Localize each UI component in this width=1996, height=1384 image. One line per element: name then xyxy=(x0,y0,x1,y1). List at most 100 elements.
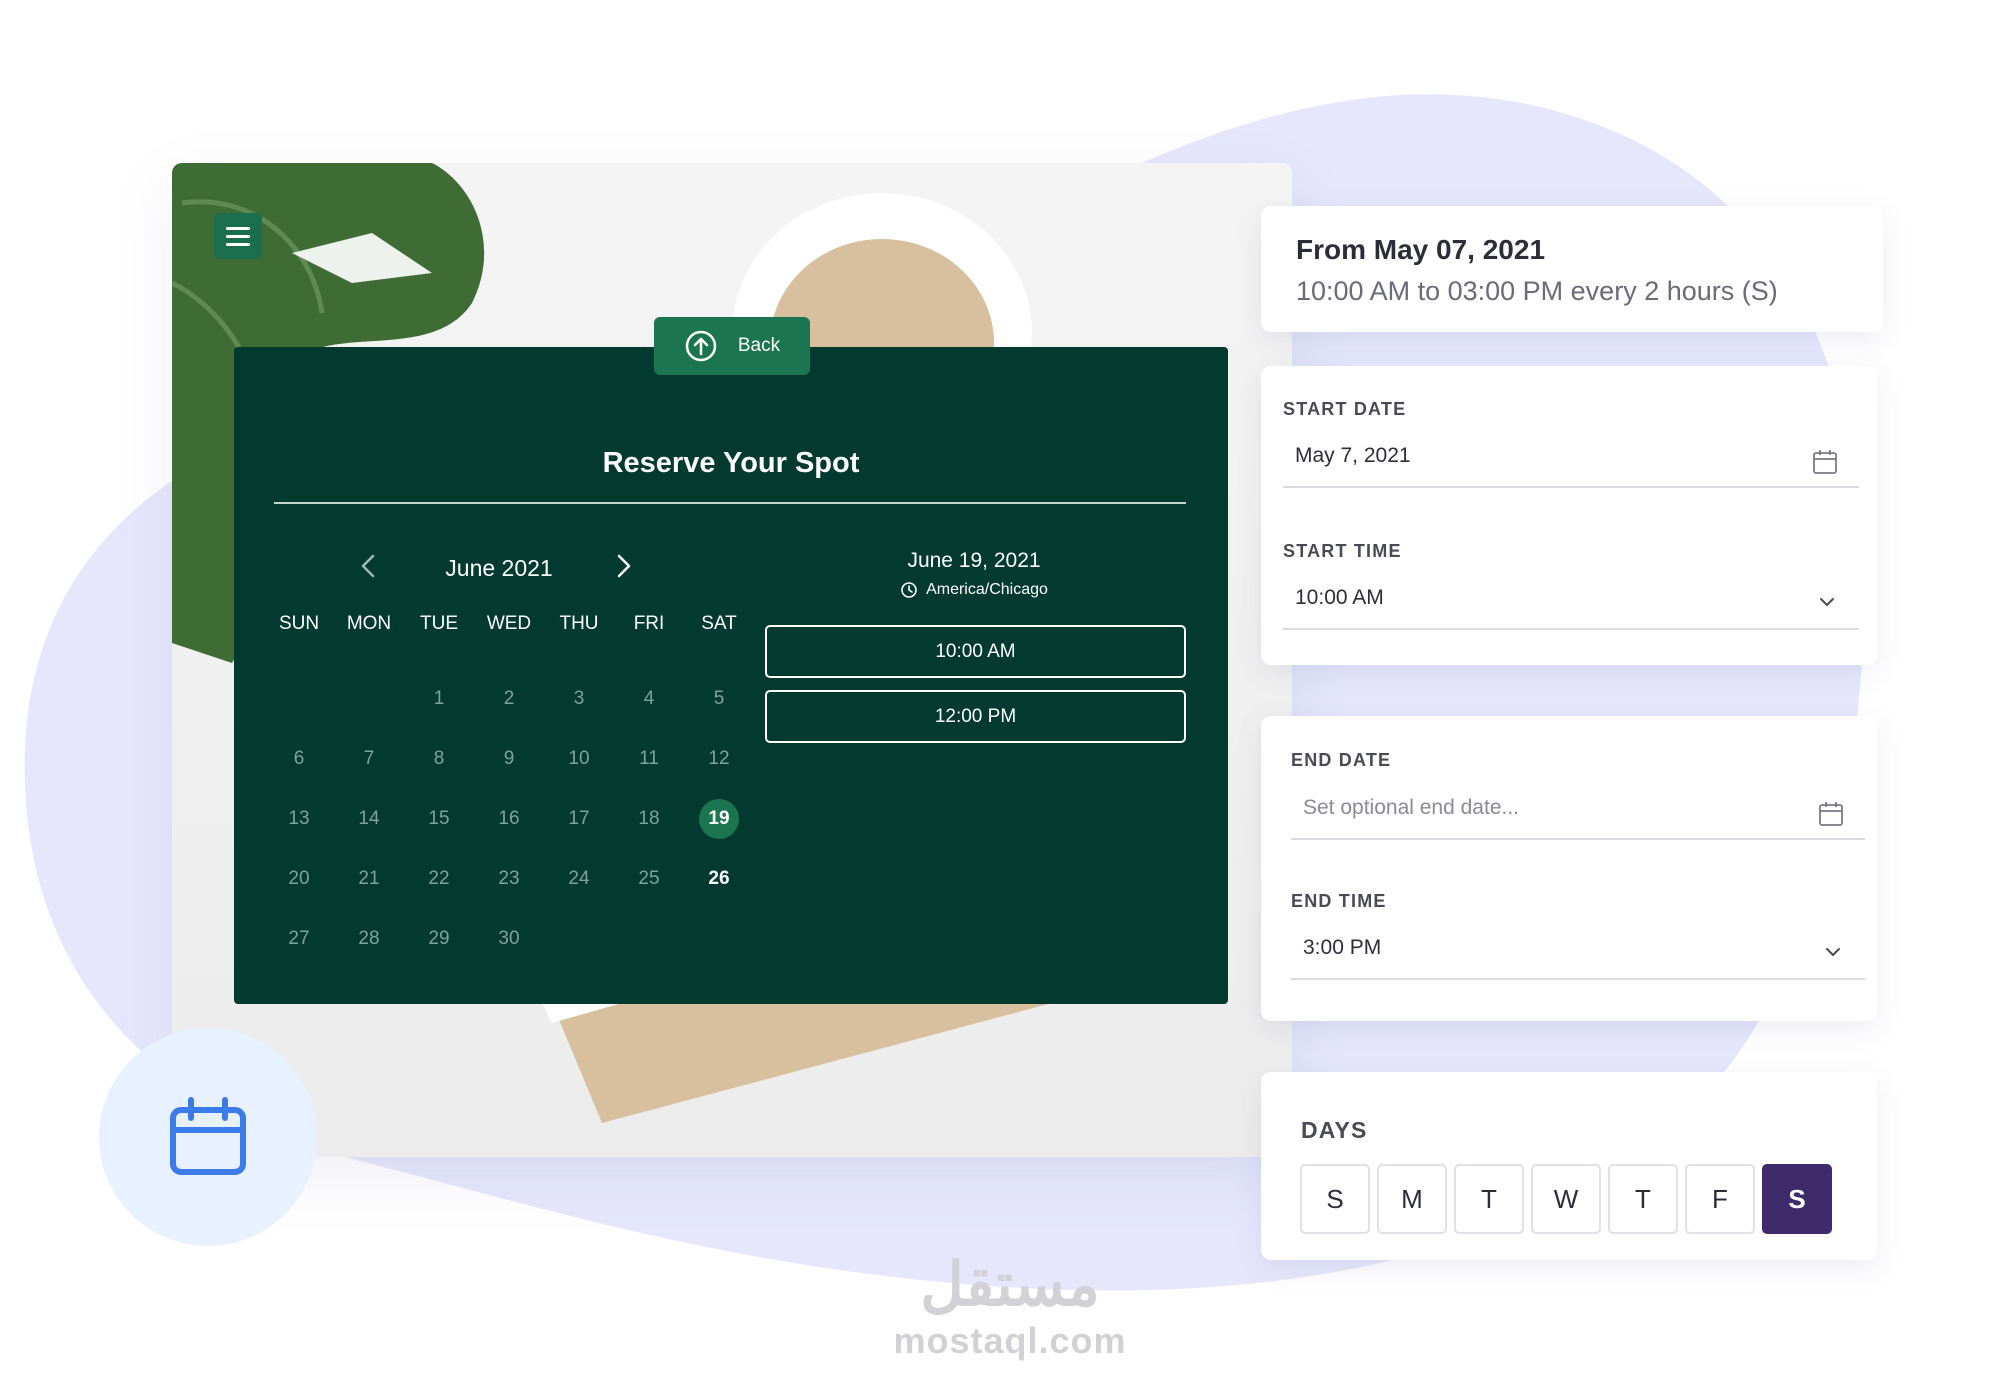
day-toggle-button[interactable]: F xyxy=(1685,1164,1755,1234)
week-row: 27 28 29 30 xyxy=(264,909,754,969)
back-button[interactable]: Back xyxy=(654,317,810,375)
day-cell: 6 xyxy=(293,748,305,769)
day-cell: 29 xyxy=(428,928,450,949)
day-cell: 22 xyxy=(428,868,450,889)
chevron-left-icon[interactable] xyxy=(354,551,384,581)
end-date-label: END DATE xyxy=(1291,750,1392,770)
start-time-value: 10:00 AM xyxy=(1295,586,1384,609)
empty-day-cell xyxy=(334,669,404,729)
week-row: 1 2 3 4 5 xyxy=(264,669,754,729)
day-toggle-button[interactable]: S xyxy=(1300,1164,1370,1234)
weekday-label: WED xyxy=(486,613,532,634)
day-cell[interactable]: 26 xyxy=(684,849,754,909)
panel-title: Reserve Your Spot xyxy=(602,447,860,479)
empty-day-cell xyxy=(684,909,754,969)
day-cell: 30 xyxy=(498,928,520,949)
day-cell: 12 xyxy=(708,748,730,769)
selected-date-header: June 19, 2021 America/Chicago xyxy=(764,549,1184,599)
weekday-header: SUN MON TUE WED THU FRI SAT xyxy=(264,609,754,639)
start-date-field[interactable]: May 7, 2021 xyxy=(1283,430,1859,488)
day-cell: 14 xyxy=(358,808,380,829)
day-cell: 2 xyxy=(503,688,515,709)
day-toggle-button[interactable]: S xyxy=(1762,1164,1832,1234)
summary-heading: From May 07, 2021 xyxy=(1296,234,1546,265)
chevron-down-icon xyxy=(1820,598,1834,606)
end-time-label: END TIME xyxy=(1291,891,1387,911)
day-toggle-button[interactable]: T xyxy=(1454,1164,1524,1234)
day-cell: 27 xyxy=(288,928,310,949)
clock-icon xyxy=(901,582,917,598)
day-cell: 18 xyxy=(638,808,660,829)
day-cell: 21 xyxy=(358,868,380,889)
calendar-icon[interactable] xyxy=(1817,800,1845,828)
timezone-label: America/Chicago xyxy=(926,581,1048,598)
day-toggle-button[interactable]: W xyxy=(1531,1164,1601,1234)
end-settings-card: END DATE Set optional end date... END TI… xyxy=(1261,716,1877,1021)
day-toggle-button[interactable]: T xyxy=(1608,1164,1678,1234)
day-cell: 5 xyxy=(713,688,725,709)
calendar-panel: Reserve Your Spot June 2021 SUN MON TUE WED… xyxy=(234,347,1228,1004)
end-date-field[interactable]: Set optional end date... xyxy=(1291,782,1865,840)
empty-day-cell xyxy=(264,669,334,729)
calendar-icon xyxy=(170,1097,246,1175)
empty-day-cell xyxy=(614,909,684,969)
time-slot-button[interactable]: 12:00 PM xyxy=(765,690,1186,743)
day-cell: 20 xyxy=(288,868,310,889)
start-date-value: May 7, 2021 xyxy=(1295,444,1411,467)
weekday-label: MON xyxy=(346,613,392,634)
start-date-label: START DATE xyxy=(1283,399,1407,419)
weekday-label: SAT xyxy=(701,613,737,634)
chevron-down-icon xyxy=(1826,948,1840,956)
summary-detail: 10:00 AM to 03:00 PM every 2 hours (S) xyxy=(1296,276,1778,306)
day-cell: 25 xyxy=(638,868,660,889)
menu-icon[interactable] xyxy=(214,213,262,259)
calendar-badge xyxy=(99,1028,317,1246)
day-cell: 3 xyxy=(573,688,585,709)
weekday-label: FRI xyxy=(633,613,665,634)
week-row: 20 21 22 23 24 25 26 xyxy=(264,849,754,909)
day-cell: 4 xyxy=(643,688,655,709)
selected-date: June 19, 2021 xyxy=(907,549,1041,572)
day-cell: 15 xyxy=(428,808,450,829)
day-cells: 1 2 3 4 5 6 7 8 9 10 11 12 13 14 15 16 17 18 19 20 21 22 23 24 2… xyxy=(264,669,754,969)
start-time-label: START TIME xyxy=(1283,541,1402,561)
empty-day-cell xyxy=(544,909,614,969)
calendar-icon[interactable] xyxy=(1811,448,1839,476)
day-cell: 1 xyxy=(433,688,445,709)
day-cell-selected[interactable]: 19 xyxy=(684,789,754,849)
divider xyxy=(274,502,1186,504)
arrow-up-circle-icon xyxy=(685,330,717,362)
start-time-select[interactable]: 10:00 AM xyxy=(1283,572,1859,630)
day-cell: 17 xyxy=(568,808,590,829)
month-grid: SUN MON TUE WED THU FRI SAT 1 2 3 4 5 6 7 8 9 10 11 12 13 1… xyxy=(264,609,754,969)
day-cell: 28 xyxy=(358,928,380,949)
end-date-placeholder: Set optional end date... xyxy=(1303,796,1519,819)
end-time-select[interactable]: 3:00 PM xyxy=(1291,922,1865,980)
day-cell: 24 xyxy=(568,868,590,889)
month-navigation: June 2021 xyxy=(354,547,674,587)
day-cell: 9 xyxy=(503,748,515,769)
weekday-label: TUE xyxy=(420,613,458,634)
back-button-label: Back xyxy=(737,335,781,356)
week-row: 6 7 8 9 10 11 12 xyxy=(264,729,754,789)
day-cell: 16 xyxy=(498,808,520,829)
day-cell: 8 xyxy=(433,748,445,769)
day-toggle-group: SMTWTFS xyxy=(1300,1164,1832,1234)
days-label: DAYS xyxy=(1301,1117,1368,1143)
day-toggle-button[interactable]: M xyxy=(1377,1164,1447,1234)
days-card: DAYS SMTWTFS xyxy=(1261,1072,1877,1260)
watermark-latin: mostaql.com xyxy=(893,1320,1127,1361)
timezone: America/Chicago xyxy=(764,581,1184,599)
day-cell: 11 xyxy=(639,748,659,769)
start-settings-card: START DATE May 7, 2021 START TIME 10:00 … xyxy=(1261,366,1877,665)
weekday-label: THU xyxy=(559,613,599,634)
day-number: 19 xyxy=(699,799,739,839)
watermark-arabic: مستقل xyxy=(920,1251,1100,1318)
chevron-right-icon[interactable] xyxy=(608,551,638,581)
watermark: مستقل mostaql.com xyxy=(880,1250,1140,1362)
time-slot-button[interactable]: 10:00 AM xyxy=(765,625,1186,678)
weekday-label: SUN xyxy=(278,613,320,634)
day-cell: 23 xyxy=(498,868,520,889)
week-row: 13 14 15 16 17 18 19 xyxy=(264,789,754,849)
day-cell: 7 xyxy=(363,748,375,769)
